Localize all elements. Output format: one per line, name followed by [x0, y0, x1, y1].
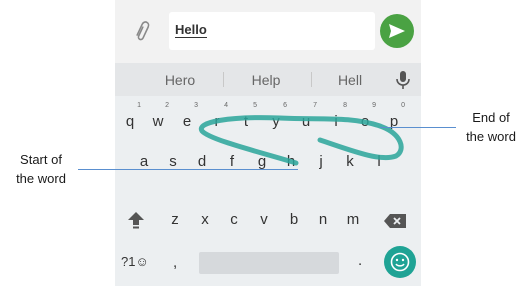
- suggestion-item[interactable]: Hell: [315, 72, 385, 88]
- key-label: s: [169, 153, 177, 170]
- key-q[interactable]: 1q: [117, 100, 143, 134]
- key-label: h: [286, 153, 296, 170]
- key-label: v: [260, 211, 268, 228]
- annotation-line-start: [78, 169, 298, 170]
- key-label: i: [334, 113, 338, 130]
- key-label: z: [171, 211, 179, 228]
- annotation-text: End of: [472, 110, 510, 125]
- key-label: c: [230, 211, 238, 228]
- key-m[interactable]: m: [340, 198, 366, 232]
- suggestion-item[interactable]: Help: [231, 72, 301, 88]
- message-bar: Hello: [115, 0, 421, 62]
- key-z[interactable]: z: [162, 198, 188, 232]
- key-r[interactable]: 4r: [204, 100, 230, 134]
- message-input[interactable]: Hello: [169, 12, 375, 50]
- annotation-line-end: [380, 127, 456, 128]
- shift-icon[interactable]: [127, 211, 145, 229]
- key-hint: 5: [253, 102, 257, 109]
- key-hint: 0: [401, 102, 405, 109]
- paperclip-icon[interactable]: [129, 19, 153, 43]
- key-hint: 3: [194, 102, 198, 109]
- symbols-key[interactable]: ?1☺: [121, 254, 149, 269]
- key-area: 1q 2w 3e 4r 5t 6y 7u 8i 9o 0p a s d f g …: [115, 96, 421, 286]
- send-button[interactable]: [380, 14, 414, 48]
- key-y[interactable]: 6y: [263, 100, 289, 134]
- key-label: f: [229, 153, 235, 170]
- key-label: l: [377, 153, 381, 170]
- key-label: b: [289, 211, 299, 228]
- key-label: r: [214, 113, 220, 130]
- key-hint: 8: [343, 102, 347, 109]
- key-i[interactable]: 8i: [323, 100, 349, 134]
- annotation-text: the word: [466, 129, 516, 144]
- key-e[interactable]: 3e: [174, 100, 200, 134]
- annotation-text: Start of: [20, 152, 62, 167]
- keyboard-screenshot: Hello Hero Help Hell 1q 2w 3e 4r 5t 6y 7…: [115, 0, 421, 286]
- suggestion-strip: Hero Help Hell: [115, 63, 421, 96]
- key-hint: 1: [137, 102, 141, 109]
- key-label: k: [346, 153, 354, 170]
- key-label: y: [272, 113, 280, 130]
- mic-icon[interactable]: [395, 70, 411, 90]
- key-label: w: [152, 113, 164, 130]
- suggestion-divider: [223, 72, 224, 87]
- key-x[interactable]: x: [192, 198, 218, 232]
- key-v[interactable]: v: [251, 198, 277, 232]
- key-w[interactable]: 2w: [145, 100, 171, 134]
- annotation-end-of-word: End of the word: [455, 108, 527, 146]
- key-label: x: [201, 211, 209, 228]
- period-key[interactable]: .: [358, 252, 362, 269]
- key-label: g: [257, 153, 267, 170]
- key-hint: 9: [372, 102, 376, 109]
- key-hint: 6: [283, 102, 287, 109]
- key-label: j: [319, 153, 323, 170]
- suggestion-item[interactable]: Hero: [145, 72, 215, 88]
- key-t[interactable]: 5t: [233, 100, 259, 134]
- key-o[interactable]: 9o: [352, 100, 378, 134]
- send-icon: [389, 24, 405, 38]
- space-bar[interactable]: [199, 252, 339, 274]
- key-label: t: [243, 113, 249, 130]
- comma-key[interactable]: ,: [173, 254, 177, 271]
- message-input-text: Hello: [175, 22, 207, 38]
- key-l[interactable]: l: [366, 140, 392, 174]
- key-label: a: [139, 153, 149, 170]
- key-n[interactable]: n: [310, 198, 336, 232]
- key-hint: 7: [313, 102, 317, 109]
- key-label: e: [182, 113, 192, 130]
- emoji-button[interactable]: [384, 246, 416, 278]
- backspace-icon[interactable]: [383, 213, 407, 229]
- key-label: u: [301, 113, 311, 130]
- key-b[interactable]: b: [281, 198, 307, 232]
- annotation-start-of-word: Start of the word: [4, 150, 78, 188]
- key-label: o: [360, 113, 370, 130]
- annotation-text: the word: [16, 171, 66, 186]
- key-hint: 4: [224, 102, 228, 109]
- key-k[interactable]: k: [337, 140, 363, 174]
- suggestion-divider: [311, 72, 312, 87]
- key-label: n: [318, 211, 328, 228]
- emoji-icon: [390, 252, 410, 272]
- key-j[interactable]: j: [308, 140, 334, 174]
- key-u[interactable]: 7u: [293, 100, 319, 134]
- key-label: q: [125, 113, 135, 130]
- key-label: m: [346, 211, 360, 228]
- key-p[interactable]: 0p: [381, 100, 407, 134]
- key-hint: 2: [165, 102, 169, 109]
- key-label: d: [197, 153, 207, 170]
- key-c[interactable]: c: [221, 198, 247, 232]
